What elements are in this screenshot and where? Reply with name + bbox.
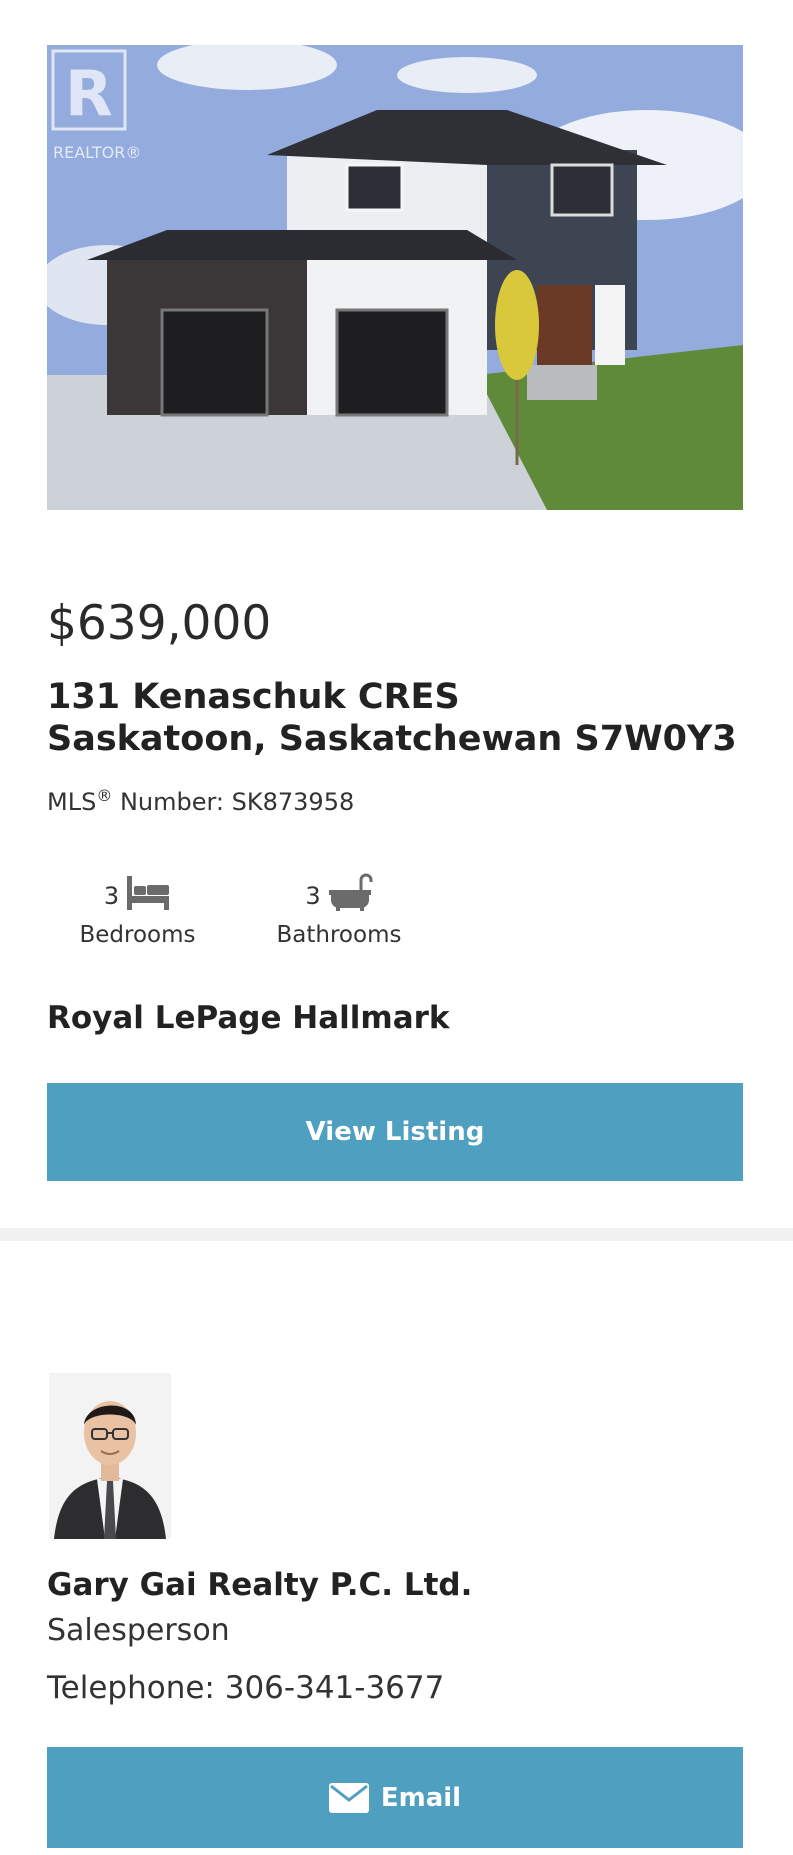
email-button[interactable]: Email: [47, 1747, 743, 1848]
bedrooms-label: Bedrooms: [79, 922, 196, 948]
brokerage-name: Royal LePage Hallmark: [47, 1000, 450, 1036]
address-city: Saskatoon, Saskatchewan S7W0Y3: [47, 719, 737, 759]
bathrooms-count: 3: [305, 882, 321, 910]
email-button-label: Email: [380, 1782, 462, 1813]
mls-number: MLS® Number: SK873958: [47, 786, 354, 816]
realtor-watermark: REALTOR®: [53, 143, 141, 162]
envelope-icon: [328, 1782, 369, 1813]
agent-title: Salesperson: [47, 1613, 230, 1648]
bed-icon: [127, 876, 170, 910]
listing-photo[interactable]: R REALTOR®: [47, 45, 743, 510]
address-street: 131 Kenaschuk CRES: [47, 677, 460, 717]
listing-price: $639,000: [47, 596, 272, 651]
agent-name: Gary Gai Realty P.C. Ltd.: [47, 1567, 473, 1603]
agent-card: Gary Gai Realty P.C. Ltd. Salesperson Te…: [0, 1241, 793, 1855]
view-listing-label: View Listing: [305, 1117, 485, 1147]
listing-card: R REALTOR® $639,000 131 Kenaschuk CRES S…: [0, 0, 793, 1228]
house-image: R REALTOR®: [47, 45, 743, 510]
bathrooms-feature: 3 Bathrooms: [270, 868, 408, 948]
bathtub-icon: [328, 873, 373, 911]
mls-prefix: MLS: [47, 788, 97, 816]
agent-phone: Telephone: 306-341-3677: [47, 1670, 445, 1706]
agent-portrait: [49, 1373, 171, 1539]
view-listing-button[interactable]: View Listing: [47, 1083, 743, 1181]
listing-address: 131 Kenaschuk CRES Saskatoon, Saskatchew…: [47, 676, 737, 760]
mls-registered-mark: ®: [96, 786, 113, 805]
mls-value: Number: SK873958: [112, 788, 355, 816]
bedrooms-feature: 3 Bedrooms: [70, 868, 205, 948]
bathrooms-label: Bathrooms: [276, 922, 402, 948]
bedrooms-count: 3: [103, 882, 120, 910]
agent-photo: [49, 1373, 171, 1539]
svg-text:R: R: [65, 57, 113, 130]
